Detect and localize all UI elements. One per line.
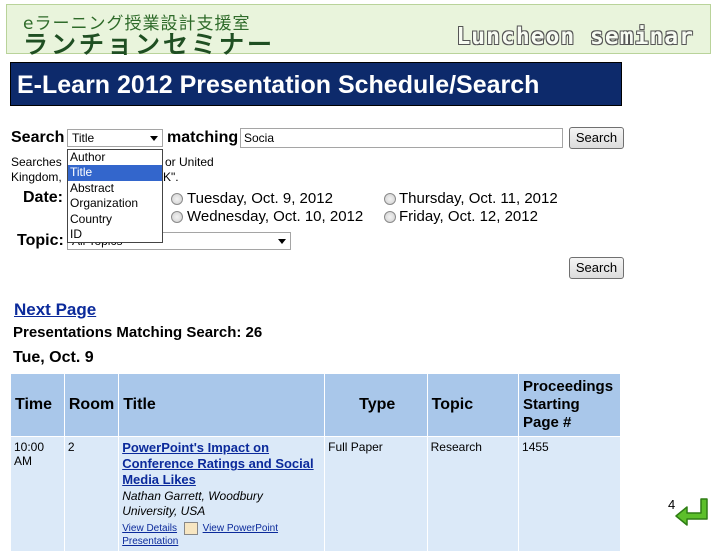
presentation-links: View Details View PowerPoint Presentatio… <box>122 522 321 548</box>
cell-room: 2 <box>63 435 120 552</box>
date-radio-thu[interactable] <box>384 193 396 205</box>
date-label: Date: <box>23 189 64 206</box>
search-label: Search <box>11 129 65 146</box>
table-header-row: Time Room Title Type Topic Proceedings S… <box>10 373 621 437</box>
date-option-tue: Tuesday, Oct. 9, 2012 <box>187 190 333 207</box>
date-radio-wed[interactable] <box>171 211 183 223</box>
col-header-type: Type <box>324 373 428 437</box>
banner-english-title: Luncheon seminar <box>456 24 694 50</box>
next-page-link[interactable]: Next Page <box>14 300 96 320</box>
table-row: 10:00 AM 2 PowerPoint's Impact on Confer… <box>10 435 621 552</box>
day-heading: Tue, Oct. 9 <box>13 349 94 366</box>
col-header-time: Time <box>10 373 65 437</box>
search-hint-suffix-1: or United <box>165 155 214 169</box>
page-title-bar: E-Learn 2012 Presentation Schedule/Searc… <box>10 62 622 106</box>
search-query: Socia <box>244 131 275 145</box>
chevron-down-icon <box>150 136 158 141</box>
col-header-page: Proceedings Starting Page # <box>518 373 621 437</box>
presentation-title-link[interactable]: PowerPoint's Impact on Conference Rating… <box>122 440 321 488</box>
dropdown-option-id[interactable]: ID <box>68 227 162 242</box>
cell-page: 1455 <box>518 435 621 552</box>
chevron-down-icon <box>278 239 286 244</box>
search-hint-suffix-2: K". <box>163 170 179 184</box>
col-header-topic: Topic <box>426 373 520 437</box>
date-radio-tue[interactable] <box>171 193 183 205</box>
search-input[interactable]: Socia <box>240 128 563 148</box>
presentation-link[interactable]: Presentation <box>122 536 178 547</box>
view-details-link[interactable]: View Details <box>122 523 177 534</box>
page-title: E-Learn 2012 Presentation Schedule/Searc… <box>17 71 540 99</box>
search-button[interactable]: Search <box>569 127 624 149</box>
return-arrow-icon[interactable] <box>673 495 709 531</box>
date-option-wed: Wednesday, Oct. 10, 2012 <box>187 208 364 225</box>
powerpoint-icon <box>183 522 198 535</box>
date-radio-fri[interactable] <box>384 211 396 223</box>
matching-label: matching <box>167 129 239 146</box>
search-hint-prefix-2: Kingdom, <box>11 170 62 184</box>
dropdown-option-country[interactable]: Country <box>68 212 162 227</box>
dropdown-option-abstract[interactable]: Abstract <box>68 181 162 196</box>
date-option-fri: Friday, Oct. 12, 2012 <box>399 208 538 225</box>
cell-title: PowerPoint's Impact on Conference Rating… <box>118 435 326 552</box>
banner-title: ランチョンセミナー <box>23 30 276 59</box>
dropdown-option-organization[interactable]: Organization <box>68 196 162 211</box>
dropdown-option-author[interactable]: Author <box>68 150 162 165</box>
view-powerpoint-link[interactable]: View PowerPoint <box>203 523 278 534</box>
results-table: Time Room Title Type Topic Proceedings S… <box>10 373 621 552</box>
cell-time: 10:00 AM <box>10 435 65 552</box>
search-field-value: Title <box>72 131 95 145</box>
col-header-title: Title <box>118 373 326 437</box>
col-header-room: Room <box>63 373 120 437</box>
topic-label: Topic: <box>17 232 64 249</box>
search-field-dropdown: Author Title Abstract Organization Count… <box>67 149 163 243</box>
search-hint-prefix-1: Searches <box>11 155 62 169</box>
cell-type: Full Paper <box>324 435 428 552</box>
search-field-select[interactable]: Title <box>67 129 163 147</box>
dropdown-option-title[interactable]: Title <box>68 165 162 181</box>
seminar-banner: eラーニング授業設計支援室 ランチョンセミナー Luncheon seminar <box>6 4 711 59</box>
match-count: Presentations Matching Search: 26 <box>13 324 263 341</box>
date-option-thu: Thursday, Oct. 11, 2012 <box>399 190 558 207</box>
presentation-author: Nathan Garrett, Woodbury University, USA <box>122 489 263 518</box>
search-button-2[interactable]: Search <box>569 257 624 279</box>
cell-topic: Research <box>426 435 520 552</box>
